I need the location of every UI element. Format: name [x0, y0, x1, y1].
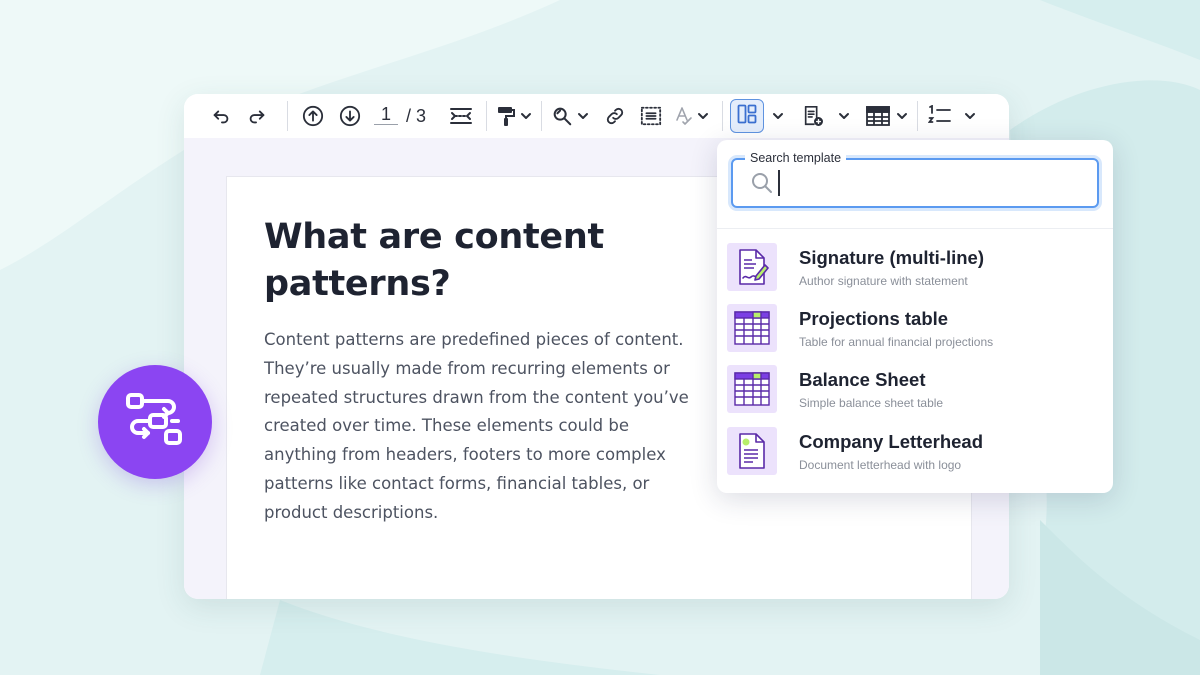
- toolbar-divider: [486, 101, 487, 131]
- template-title: Company Letterhead: [799, 431, 984, 452]
- chevron-down-icon: [838, 110, 850, 122]
- chevron-down-icon: [520, 110, 532, 122]
- redo-icon: [246, 105, 268, 127]
- templates-button[interactable]: [730, 99, 764, 133]
- find-replace-icon: [551, 105, 573, 127]
- arrow-up-circle-icon: [302, 105, 324, 127]
- page-break-icon: [449, 105, 473, 127]
- toolbar-divider: [287, 101, 288, 131]
- chevron-down-icon: [964, 110, 976, 122]
- numbered-list-icon: [928, 105, 952, 127]
- undo-icon: [210, 105, 232, 127]
- toolbar-divider: [722, 101, 723, 131]
- letterhead-doc-icon: [727, 427, 777, 475]
- template-title: Balance Sheet: [799, 369, 926, 390]
- layout-template-icon: [737, 104, 757, 129]
- chevron-down-icon: [772, 110, 784, 122]
- link-icon: [604, 105, 626, 127]
- content-patterns-badge: [98, 365, 212, 479]
- insert-table-button[interactable]: [862, 94, 912, 138]
- toolbar-divider: [917, 101, 918, 131]
- toolbar: 1 / 3: [184, 94, 1009, 138]
- workflow-icon: [124, 389, 186, 456]
- signature-doc-icon: [727, 243, 777, 291]
- template-description: Author signature with statement: [799, 274, 968, 288]
- template-description: Document letterhead with logo: [799, 458, 962, 472]
- template-title: Projections table: [799, 308, 949, 329]
- chevron-down-icon: [697, 110, 709, 122]
- page-break-button[interactable]: [446, 94, 476, 138]
- undo-button[interactable]: [206, 94, 236, 138]
- search-template-field[interactable]: [731, 158, 1099, 208]
- table-icon: [866, 106, 890, 126]
- paint-roller-icon: [496, 105, 516, 127]
- select-all-button[interactable]: [636, 94, 666, 138]
- template-item[interactable]: Company Letterhead Document letterhead w…: [727, 425, 1103, 477]
- template-item[interactable]: Projections table Table for annual finan…: [727, 302, 1103, 354]
- table-thumb-icon: [727, 365, 777, 413]
- template-description: Simple balance sheet table: [799, 396, 944, 410]
- redo-button[interactable]: [242, 94, 272, 138]
- template-item[interactable]: Balance Sheet Simple balance sheet table: [727, 363, 1103, 415]
- spellcheck-icon: [675, 106, 693, 126]
- next-page-button[interactable]: [335, 94, 365, 138]
- template-title: Signature (multi-line): [799, 247, 984, 268]
- template-item[interactable]: Signature (multi-line) Author signature …: [727, 241, 1103, 293]
- current-page-input[interactable]: 1: [374, 94, 398, 125]
- chevron-down-icon: [577, 110, 589, 122]
- chevron-down-icon: [896, 110, 908, 122]
- text-cursor: [778, 170, 780, 196]
- templates-dropdown-toggle[interactable]: [768, 94, 788, 138]
- search-template-label: Search template: [745, 151, 847, 165]
- spellcheck-button[interactable]: [670, 94, 714, 138]
- document-heading[interactable]: What are content patterns?: [264, 214, 664, 308]
- document-body[interactable]: Content patterns are predefined pieces o…: [264, 326, 694, 528]
- dropdown-divider: [717, 228, 1113, 229]
- insert-document-button[interactable]: [800, 94, 852, 138]
- format-painter-button[interactable]: [492, 94, 536, 138]
- table-thumb-icon: [727, 304, 777, 352]
- link-button[interactable]: [600, 94, 630, 138]
- search-icon: [750, 171, 774, 200]
- arrow-down-circle-icon: [339, 105, 361, 127]
- previous-page-button[interactable]: [298, 94, 328, 138]
- total-pages-label: / 3: [406, 106, 427, 126]
- insert-document-icon: [802, 105, 824, 127]
- template-description: Table for annual financial projections: [799, 335, 994, 349]
- find-replace-button[interactable]: [548, 94, 592, 138]
- numbered-list-button[interactable]: [926, 94, 978, 138]
- toolbar-divider: [541, 101, 542, 131]
- select-all-icon: [640, 105, 662, 127]
- template-dropdown: Search template Signature (multi-line) A…: [717, 140, 1113, 493]
